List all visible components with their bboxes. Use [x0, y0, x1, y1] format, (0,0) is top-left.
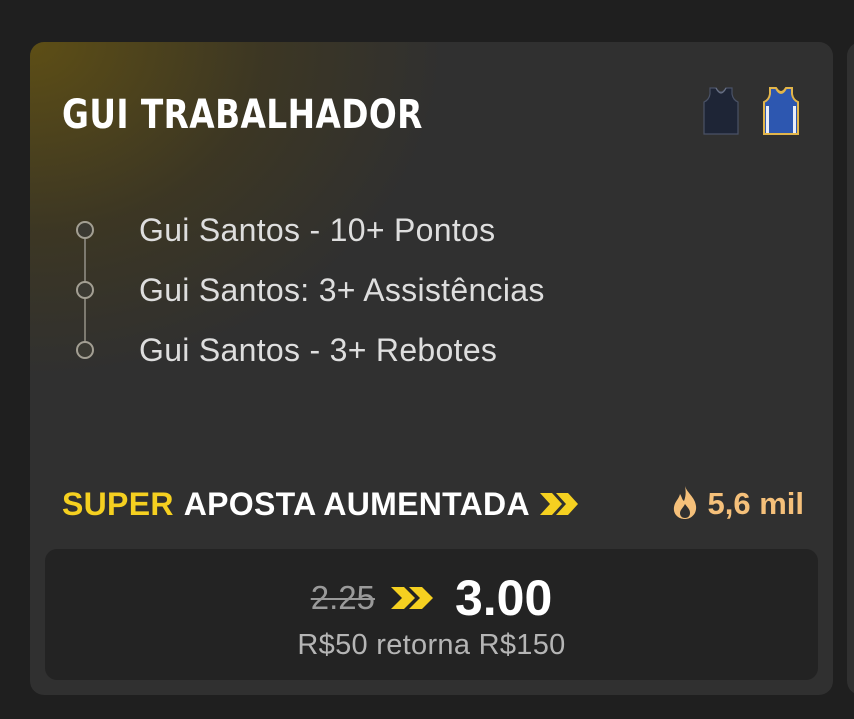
old-odds: 2.25: [310, 579, 375, 616]
popularity-count: 5,6 mil: [707, 486, 805, 521]
chevrons-right-icon: [538, 491, 584, 517]
boost-label: APOSTA AUMENTADA: [183, 485, 530, 522]
odds-row: 2.25 3.00: [45, 569, 818, 627]
card-title: GUI TRABALHADOR: [62, 92, 423, 138]
bet-legs-list: Gui Santos - 10+ Pontos Gui Santos: 3+ A…: [70, 200, 770, 380]
leg-dot-icon: [76, 281, 94, 299]
boost-super-label: SUPER: [62, 485, 174, 522]
leg-dot-icon: [76, 341, 94, 359]
next-card-edge[interactable]: [847, 42, 854, 695]
bet-leg: Gui Santos - 3+ Rebotes: [70, 320, 770, 380]
leg-dot-icon: [76, 221, 94, 239]
popularity: 5,6 mil: [670, 484, 805, 525]
bet-leg: Gui Santos: 3+ Assistências: [70, 260, 770, 320]
boost-card[interactable]: GUI TRABALHADOR Gui Santos - 10+ Pontos …: [30, 42, 833, 695]
chevrons-right-icon: [389, 585, 439, 611]
odds-button[interactable]: 2.25 3.00 R$50 retorna R$150: [45, 549, 818, 680]
boost-row: SUPER APOSTA AUMENTADA 5,6 mil: [62, 482, 804, 526]
leg-label: Gui Santos - 10+ Pontos: [139, 211, 496, 248]
away-jersey-icon: [762, 86, 800, 141]
bet-leg: Gui Santos - 10+ Pontos: [70, 200, 770, 260]
fire-icon: [670, 484, 700, 525]
returns-text: R$50 retorna R$150: [297, 629, 566, 661]
leg-label: Gui Santos - 3+ Rebotes: [139, 331, 498, 368]
home-jersey-icon: [702, 86, 740, 141]
leg-label: Gui Santos: 3+ Assistências: [139, 271, 545, 308]
boosted-odds: 3.00: [454, 570, 553, 626]
